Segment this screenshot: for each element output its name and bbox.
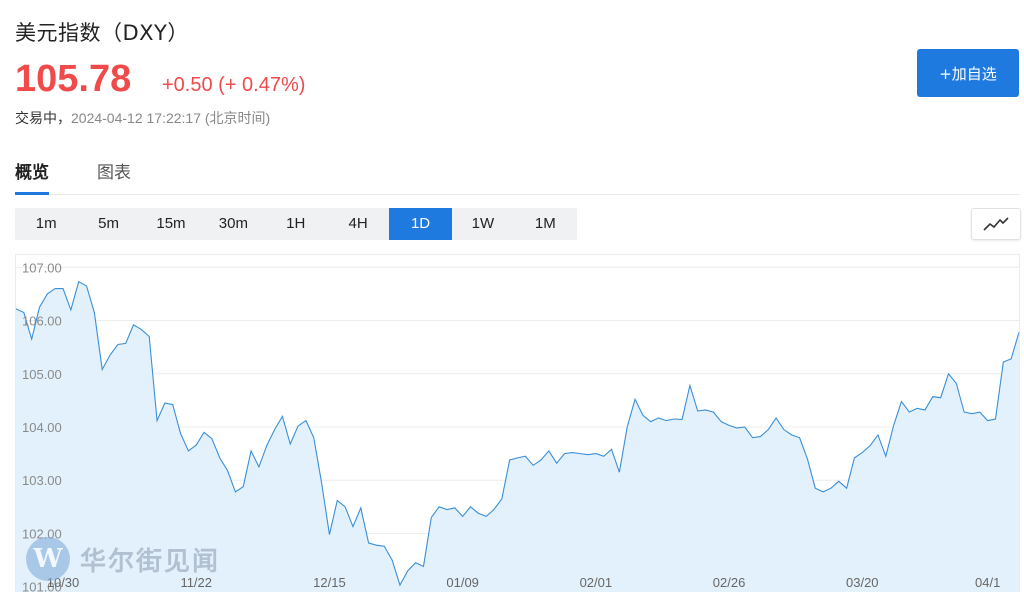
period-5m[interactable]: 5m [77, 208, 139, 240]
y-tick-label: 103.00 [22, 473, 62, 488]
period-1d[interactable]: 1D [389, 208, 452, 240]
x-tick-label: 01/09 [446, 575, 479, 590]
tab-chart[interactable]: 图表 [97, 158, 131, 192]
y-tick-label: 104.00 [22, 420, 62, 435]
trading-status: 交易中，2024-04-12 17:22:17 (北京时间) [15, 108, 270, 128]
period-1w[interactable]: 1W [452, 208, 514, 240]
x-tick-label: 03/20 [846, 575, 879, 590]
period-4h[interactable]: 4H [327, 208, 389, 240]
period-15m[interactable]: 15m [140, 208, 202, 240]
page-title: 美元指数（DXY） [15, 21, 189, 45]
y-tick-label: 106.00 [22, 314, 62, 329]
x-tick-label: 12/15 [313, 575, 346, 590]
x-tick-label: 02/01 [580, 575, 613, 590]
period-1m[interactable]: 1m [15, 208, 77, 240]
y-tick-label: 105.00 [22, 367, 62, 382]
period-1mo[interactable]: 1M [514, 208, 576, 240]
status-timestamp: 2024-04-12 17:22:17 (北京时间) [71, 110, 271, 126]
x-tick-label: 02/26 [713, 575, 746, 590]
watermark: W 华尔街见闻 [26, 537, 220, 581]
watermark-text: 华尔街见闻 [80, 546, 221, 577]
add-to-watchlist-button[interactable]: +加自选 [917, 49, 1019, 97]
status-label: 交易中， [15, 111, 71, 127]
watermark-logo: W [26, 537, 70, 581]
price-change: +0.50 (+ 0.47%) [162, 74, 306, 96]
y-tick-label: 107.00 [22, 260, 62, 275]
period-1h[interactable]: 1H [265, 208, 327, 240]
current-price: 105.78 [15, 58, 132, 100]
x-tick-label: 04/1 [975, 575, 1000, 590]
tab-overview[interactable]: 概览 [15, 158, 49, 195]
chart-type-toggle[interactable] [971, 208, 1021, 240]
period-30m[interactable]: 30m [202, 208, 264, 240]
line-chart-icon [983, 217, 1009, 231]
tab-bar: 概览 图表 [15, 158, 1020, 195]
period-selector: 1m 5m 15m 30m 1H 4H 1D 1W 1M [15, 208, 577, 240]
